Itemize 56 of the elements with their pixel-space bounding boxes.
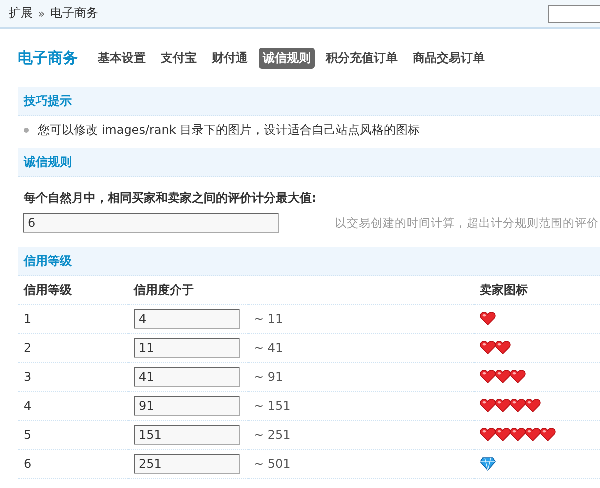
- table-cell: 3: [18, 362, 128, 392]
- table-cell: ~ 91: [248, 362, 474, 392]
- heart-icon: [525, 428, 541, 442]
- tab[interactable]: 商品交易订单: [409, 48, 489, 68]
- table-cell: 5: [18, 420, 128, 450]
- table-cell: ~ 251: [248, 420, 474, 450]
- input-field[interactable]: 251: [134, 454, 240, 474]
- column-header: 信用等级: [18, 276, 128, 304]
- heart-icon: [495, 428, 511, 442]
- heart-icon: [510, 428, 526, 442]
- bullet-icon: [24, 128, 29, 132]
- heart-icon: [510, 399, 526, 414]
- tab[interactable]: 支付宝: [157, 48, 201, 68]
- heart-icon: [480, 370, 496, 384]
- table-cell: 1: [18, 304, 128, 334]
- tab[interactable]: 基本设置: [94, 48, 150, 68]
- table-cell: 2: [18, 334, 128, 362]
- section-header: 诚信规则: [18, 148, 600, 177]
- heart-icon: [495, 370, 511, 384]
- heart-icon: [525, 399, 541, 414]
- heart-icon: [480, 428, 496, 442]
- search-field[interactable]: [548, 4, 600, 22]
- heart-icon: [540, 428, 556, 442]
- table-cell: ~ 151: [248, 392, 474, 420]
- tip-text: 您可以修改 images/rank 目录下的图片，设计适合自己站点风格的图标: [38, 122, 420, 138]
- table-cell: ~ 41: [248, 334, 474, 362]
- field-label: 每个自然月中，相同买家和卖家之间的评价计分最大值:: [23, 190, 318, 207]
- tab[interactable]: 诚信规则: [259, 48, 315, 68]
- heart-icon: [480, 399, 496, 414]
- input-field[interactable]: 41: [134, 367, 240, 387]
- input-field[interactable]: 91: [134, 396, 240, 416]
- breadcrumb-link[interactable]: 扩展: [9, 5, 33, 22]
- diamond-icon: [480, 457, 496, 472]
- column-header: 信用度介于: [128, 276, 248, 304]
- table-cell: ~ 11: [248, 304, 474, 334]
- table-cell: 6: [18, 450, 128, 478]
- tab[interactable]: 财付通: [208, 48, 252, 68]
- table-cell: ~ 501: [248, 450, 474, 478]
- input-field[interactable]: 11: [134, 338, 240, 358]
- section-header: 技巧提示: [18, 87, 600, 116]
- column-header: 卖家图标: [474, 276, 600, 304]
- table-cell: 4: [18, 392, 128, 420]
- page-title: 电子商务: [18, 48, 78, 68]
- heart-icon: [495, 399, 511, 414]
- heart-icon: [480, 312, 496, 326]
- breadcrumb-link[interactable]: 电子商务: [50, 5, 98, 22]
- heart-icon: [495, 341, 511, 356]
- hint-text: 以交易创建的时间计算，超出计分规则范围的评价: [335, 216, 599, 230]
- heart-icon: [510, 370, 526, 384]
- input-field[interactable]: 151: [134, 425, 240, 445]
- section-header: 信用等级: [18, 247, 600, 276]
- input-field[interactable]: 4: [134, 309, 240, 329]
- heart-icon: [480, 341, 496, 356]
- breadcrumb-separator: »: [38, 6, 46, 20]
- input-field[interactable]: 6: [23, 213, 279, 233]
- tab[interactable]: 积分充值订单: [322, 48, 402, 68]
